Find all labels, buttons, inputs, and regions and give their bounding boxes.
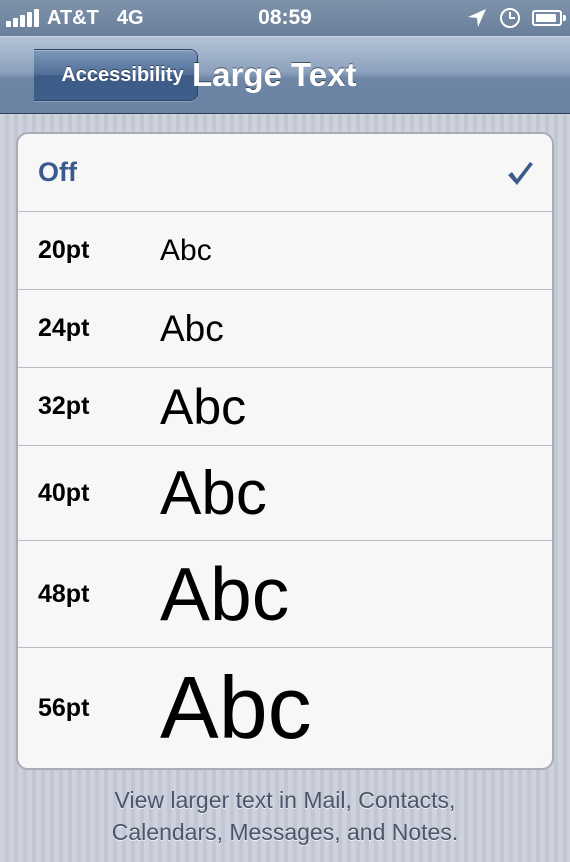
back-button-label: Accessibility (61, 63, 184, 86)
navigation-bar: Accessibility Large Text (0, 36, 570, 114)
option-row-20pt[interactable]: 20pt Abc (18, 212, 552, 290)
battery-level (536, 14, 556, 22)
option-label: 20pt (38, 236, 90, 264)
option-row-off[interactable]: Off (18, 134, 552, 212)
option-row-40pt[interactable]: 40pt Abc (18, 446, 552, 541)
location-arrow-icon (468, 9, 486, 27)
footer-line-1: View larger text in Mail, Contacts, (114, 787, 456, 813)
sample-text: Abc (160, 307, 224, 349)
sample-text: Abc (160, 233, 212, 267)
checkmark-icon (508, 161, 533, 185)
clock-icon (500, 8, 520, 28)
option-row-24pt[interactable]: 24pt Abc (18, 290, 552, 368)
option-row-56pt[interactable]: 56pt Abc (18, 648, 552, 768)
option-label: 40pt (38, 478, 90, 507)
footer-line-2: Calendars, Messages, and Notes. (111, 819, 459, 845)
back-button[interactable]: Accessibility (34, 49, 198, 101)
option-row-32pt[interactable]: 32pt Abc (18, 368, 552, 446)
sample-text: Abc (160, 552, 290, 636)
text-size-table: Off 20pt Abc 24pt Abc 32pt Abc 40pt Abc … (16, 132, 554, 770)
sample-text: Abc (160, 378, 247, 435)
status-bar-right (466, 0, 566, 36)
page-title: Large Text (192, 56, 357, 93)
sample-text: Abc (160, 658, 312, 757)
status-bar: AT&T 4G 08:59 (0, 0, 570, 36)
option-label: 56pt (38, 693, 90, 722)
battery-icon (532, 10, 566, 26)
footer-description: View larger text in Mail, Contacts, Cale… (0, 784, 570, 848)
sample-text: Abc (160, 458, 267, 528)
option-label: 32pt (38, 392, 90, 420)
option-label: 48pt (38, 579, 90, 608)
option-label: Off (38, 157, 77, 187)
option-label: 24pt (38, 314, 90, 342)
option-row-48pt[interactable]: 48pt Abc (18, 541, 552, 648)
